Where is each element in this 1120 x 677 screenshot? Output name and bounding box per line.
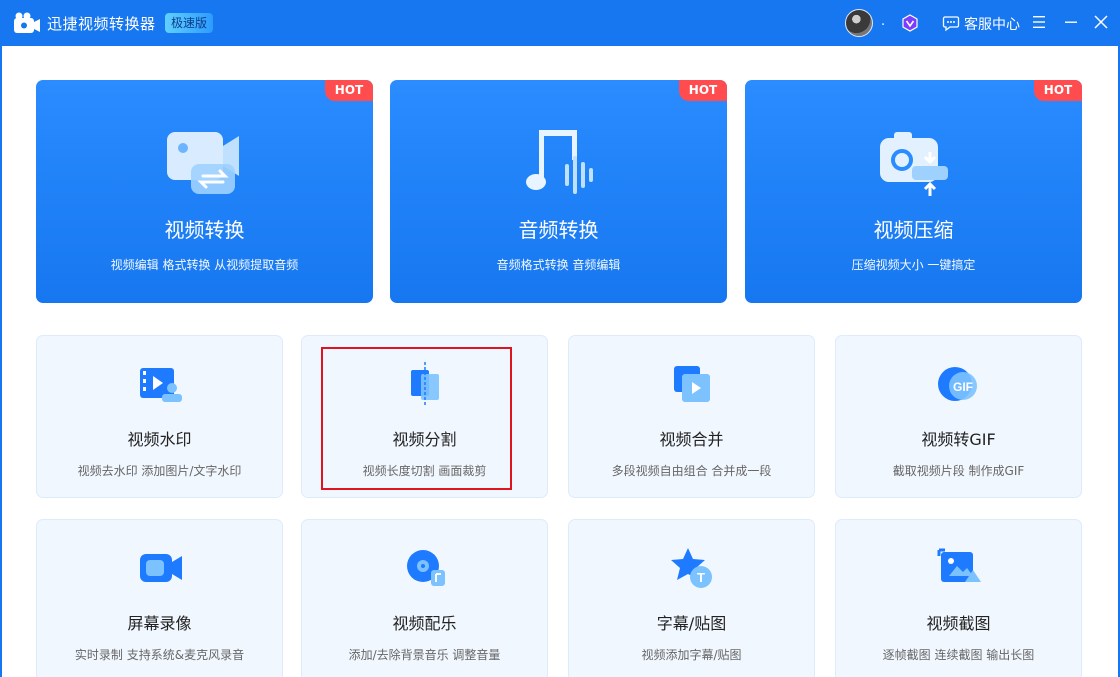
card-title: 视频分割	[392, 430, 457, 449]
card-description: 视频长度切割 画面裁剪	[362, 464, 487, 478]
video-compress-icon	[879, 132, 948, 196]
card-description: 截取视频片段 制作成GIF	[892, 464, 1025, 478]
minimize-icon[interactable]	[1063, 14, 1079, 30]
screenshot-icon	[937, 548, 981, 582]
card-title: 屏幕录像	[127, 614, 192, 633]
card-title: 视频配乐	[392, 614, 457, 633]
card-subtitle-sticker[interactable]: T 字幕/贴图 视频添加字幕/贴图	[568, 519, 815, 677]
card-description: 添加/去除背景音乐 调整音量	[348, 648, 501, 662]
card-video-to-gif[interactable]: GIF 视频转GIF 截取视频片段 制作成GIF	[835, 335, 1082, 498]
window-frame-left	[0, 46, 2, 677]
screen-record-icon	[139, 554, 182, 582]
app-title: 迅捷视频转换器	[47, 15, 156, 33]
card-description: 多段视频自由组合 合并成一段	[611, 464, 772, 478]
watermark-icon	[139, 368, 182, 402]
card-title: 视频合并	[659, 430, 724, 449]
subtitle-star-icon: T	[670, 548, 712, 588]
merge-icon	[673, 366, 710, 402]
gif-icon: GIF	[937, 367, 977, 401]
card-audio-convert[interactable]: HOT 音频转换 音频格式转换 音频编辑	[390, 80, 727, 303]
username[interactable]: .	[881, 14, 885, 29]
card-title: 视频压缩	[873, 218, 954, 242]
card-video-compress[interactable]: HOT 视频压缩 压缩视频大小 一键搞定	[745, 80, 1082, 303]
vip-icon[interactable]	[901, 14, 919, 32]
avatar[interactable]	[845, 9, 873, 37]
card-video-watermark[interactable]: 视频水印 视频去水印 添加图片/文字水印	[36, 335, 283, 498]
card-title: 视频水印	[127, 430, 192, 449]
card-description: 逐帧截图 连续截图 输出长图	[882, 648, 1035, 662]
card-video-screenshot[interactable]: 视频截图 逐帧截图 连续截图 输出长图	[835, 519, 1082, 677]
hot-badge: HOT	[679, 80, 727, 101]
customer-service-label[interactable]: 客服中心	[964, 14, 1020, 34]
subtitle-icon-text: T	[697, 570, 705, 585]
gif-icon-text: GIF	[953, 380, 973, 394]
card-title: 视频截图	[926, 614, 991, 633]
card-video-music[interactable]: 视频配乐 添加/去除背景音乐 调整音量	[301, 519, 548, 677]
card-description: 压缩视频大小 一键搞定	[851, 258, 976, 272]
card-video-merge[interactable]: 视频合并 多段视频自由组合 合并成一段	[568, 335, 815, 498]
card-title: 音频转换	[518, 218, 599, 242]
card-video-convert[interactable]: HOT 视频转换 视频编辑 格式转换 从视频提取音频	[36, 80, 373, 303]
card-screen-record[interactable]: 屏幕录像 实时录制 支持系统&麦克风录音	[36, 519, 283, 677]
card-description: 实时录制 支持系统&麦克风录音	[74, 648, 245, 662]
edition-badge: 极速版	[165, 13, 214, 33]
audio-convert-icon	[525, 130, 593, 194]
card-description: 视频编辑 格式转换 从视频提取音频	[110, 258, 299, 272]
app-logo-icon	[14, 12, 40, 33]
card-title: 视频转GIF	[921, 430, 996, 449]
music-disc-icon	[406, 550, 445, 586]
hot-badge: HOT	[325, 80, 373, 101]
hot-badge: HOT	[1034, 80, 1082, 101]
card-description: 视频添加字幕/贴图	[641, 648, 742, 662]
card-video-split[interactable]: 视频分割 视频长度切割 画面裁剪	[301, 335, 548, 498]
card-title: 字幕/贴图	[656, 614, 727, 633]
customer-service-icon[interactable]	[942, 14, 960, 32]
title-bar: 迅捷视频转换器 极速版 . 客服中心	[0, 0, 1120, 46]
card-title: 视频转换	[164, 218, 245, 242]
card-description: 音频格式转换 音频编辑	[496, 258, 621, 272]
menu-icon[interactable]	[1031, 14, 1047, 30]
card-description: 视频去水印 添加图片/文字水印	[77, 464, 242, 478]
split-icon	[410, 362, 439, 406]
close-icon[interactable]	[1093, 14, 1109, 30]
video-convert-icon	[166, 132, 239, 194]
